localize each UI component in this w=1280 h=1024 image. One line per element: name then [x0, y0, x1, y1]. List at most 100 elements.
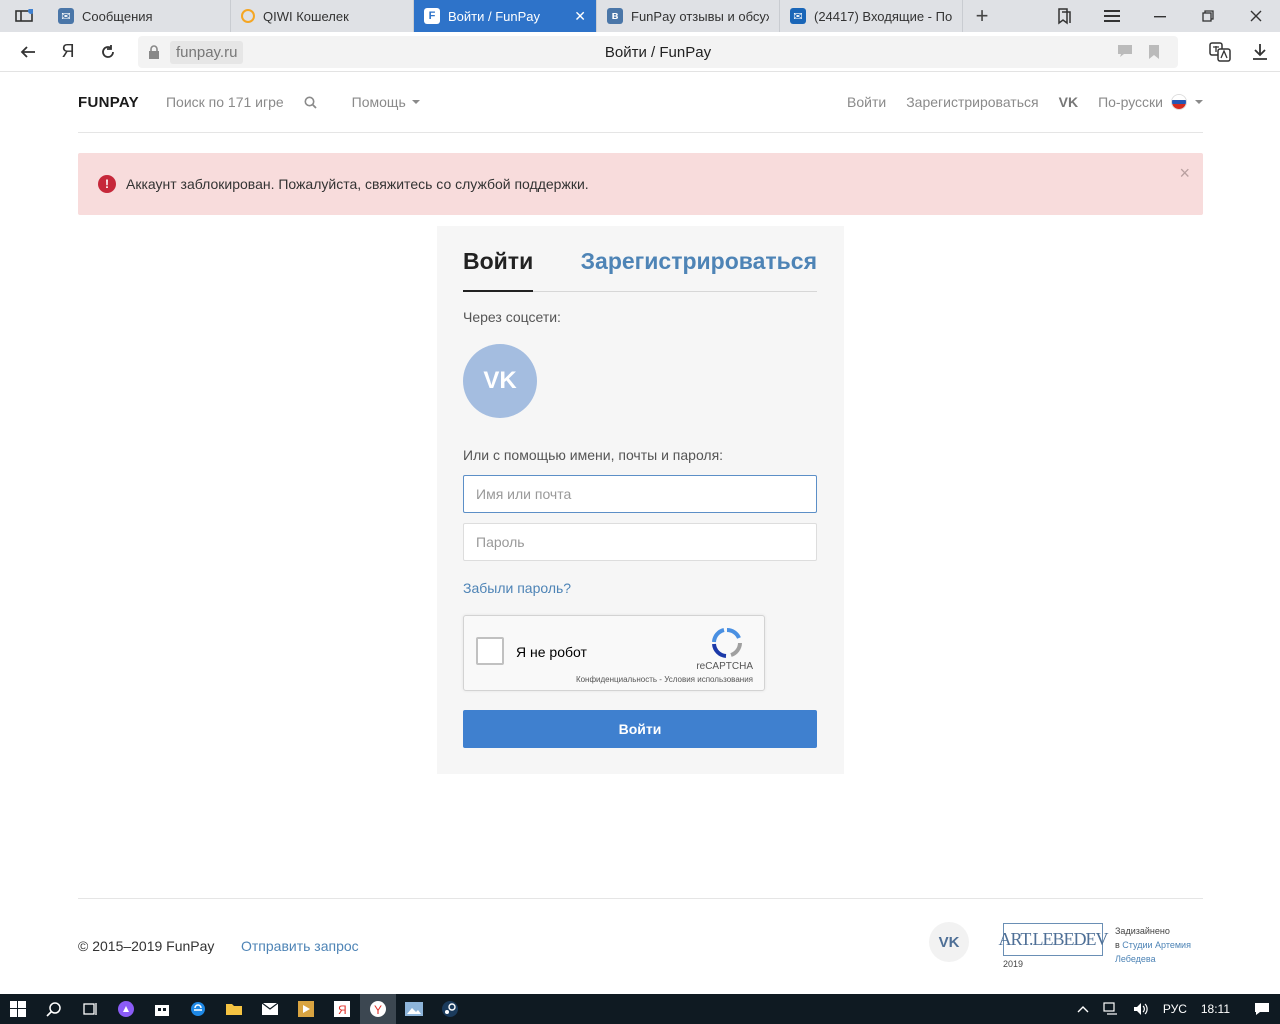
folder-icon: [226, 1004, 242, 1015]
bookmarks-icon: [1058, 8, 1071, 25]
yandex-icon: Я: [61, 41, 75, 61]
header-register-link[interactable]: Зарегистрироваться: [906, 94, 1038, 110]
designed-in: в: [1115, 940, 1120, 950]
sidebar-icon: [15, 9, 33, 22]
close-tab-icon[interactable]: ✕: [574, 8, 586, 25]
media-app[interactable]: [288, 994, 324, 1024]
tab-title: Войти / FunPay: [448, 8, 541, 24]
steam-icon: [442, 1001, 458, 1017]
mail-icon: ✉: [790, 8, 806, 24]
art-lebedev-logo-text: ART.LEBEDEV: [998, 929, 1108, 949]
social-label: Через соцсети:: [463, 309, 561, 325]
yandex-browser-app[interactable]: Y: [360, 994, 396, 1024]
search-icon: [46, 1002, 61, 1017]
yandex-app[interactable]: Я: [324, 994, 360, 1024]
address-page-title: Войти / FunPay: [604, 43, 712, 61]
input-language[interactable]: РУС: [1163, 1002, 1187, 1016]
help-dropdown[interactable]: Помощь: [352, 94, 420, 110]
vk-messages-icon: ✉: [58, 8, 74, 24]
reload-button[interactable]: [88, 32, 128, 72]
footer-vk-button[interactable]: VK: [929, 922, 969, 962]
network-icon[interactable]: [1103, 1002, 1119, 1016]
recaptcha-checkbox[interactable]: [476, 637, 504, 665]
task-view-icon: [83, 1003, 97, 1015]
address-domain[interactable]: funpay.ru: [170, 40, 244, 64]
taskbar-search-button[interactable]: [36, 994, 72, 1024]
designed-prefix: Задизайнено: [1115, 926, 1170, 936]
menu-button[interactable]: [1088, 0, 1136, 32]
language-dropdown[interactable]: По-русски: [1098, 94, 1203, 110]
media-player-icon: [298, 1001, 314, 1017]
reader-icon[interactable]: [1118, 45, 1132, 57]
login-submit-button[interactable]: Войти: [463, 710, 817, 748]
game-search-link[interactable]: Поиск по 171 игре: [166, 94, 284, 110]
close-window-button[interactable]: [1232, 0, 1280, 32]
explorer-app[interactable]: [216, 994, 252, 1024]
chevron-down-icon: [1195, 100, 1203, 104]
translate-button[interactable]: [1200, 32, 1240, 72]
start-button[interactable]: [0, 994, 36, 1024]
task-view-button[interactable]: [72, 994, 108, 1024]
lock-icon[interactable]: [142, 45, 166, 59]
username-input[interactable]: [463, 475, 817, 513]
studio-link[interactable]: Студии Артемия Лебедева: [1115, 940, 1191, 964]
funpay-logo[interactable]: FUNPAY: [78, 94, 139, 111]
restore-icon: [1202, 10, 1214, 22]
edge-app[interactable]: [180, 994, 216, 1024]
volume-icon[interactable]: [1133, 1002, 1149, 1016]
vk-icon: в: [607, 8, 623, 24]
address-bar[interactable]: funpay.ru Войти / FunPay: [138, 36, 1178, 68]
photos-app[interactable]: [396, 994, 432, 1024]
notification-icon: [1255, 1003, 1269, 1015]
recaptcha-links[interactable]: Конфиденциальность - Условия использован…: [576, 675, 753, 684]
tabs-sidebar-button[interactable]: [0, 0, 48, 32]
minimize-button[interactable]: [1136, 0, 1184, 32]
password-input[interactable]: [463, 523, 817, 561]
system-tray: РУС 18:11: [1077, 994, 1280, 1024]
notifications-button[interactable]: [1244, 994, 1280, 1024]
alice-icon: [118, 1001, 134, 1017]
collections-button[interactable]: [1040, 0, 1088, 32]
credentials-label: Или с помощью имени, почты и пароля:: [463, 447, 724, 463]
copyright: © 2015–2019 FunPay: [78, 938, 215, 954]
header-login-link[interactable]: Войти: [847, 94, 886, 110]
back-button[interactable]: [8, 32, 48, 72]
art-lebedev-logo[interactable]: ART.LEBEDEV: [998, 923, 1109, 956]
tab-login[interactable]: Войти: [463, 246, 534, 292]
mail-app[interactable]: [252, 994, 288, 1024]
site-header: FUNPAY Поиск по 171 игре Помощь Войти За…: [78, 72, 1203, 133]
new-tab-button[interactable]: +: [963, 0, 1001, 32]
tab-qiwi[interactable]: QIWI Кошелек: [231, 0, 414, 32]
windows-taskbar: Я Y РУС 18:11: [0, 994, 1280, 1024]
close-icon[interactable]: ×: [1179, 163, 1190, 184]
tab-register[interactable]: Зарегистрироваться: [581, 246, 817, 276]
vk-login-button[interactable]: VK: [463, 344, 537, 418]
chevron-up-icon[interactable]: [1077, 1005, 1089, 1013]
vk-icon: VK: [938, 933, 960, 951]
search-icon[interactable]: [304, 96, 317, 109]
store-icon: [155, 1005, 169, 1016]
recaptcha-brand: reCAPTCHA: [696, 661, 753, 672]
downloads-button[interactable]: [1240, 32, 1280, 72]
steam-app[interactable]: [432, 994, 468, 1024]
restore-button[interactable]: [1184, 0, 1232, 32]
mail-icon: [262, 1003, 278, 1015]
tab-vk-messages[interactable]: ✉ Сообщения: [48, 0, 231, 32]
image-icon: [405, 1002, 423, 1016]
yandex-icon: Я: [334, 1001, 350, 1017]
tab-funpay-reviews[interactable]: в FunPay отзывы и обсуждения: [597, 0, 780, 32]
send-request-link[interactable]: Отправить запрос: [241, 938, 359, 954]
store-app[interactable]: [144, 994, 180, 1024]
yandex-home-button[interactable]: Я: [48, 32, 88, 72]
alice-app[interactable]: [108, 994, 144, 1024]
tab-title: FunPay отзывы и обсуждения: [631, 8, 769, 24]
tab-mail[interactable]: ✉ (24417) Входящие - Почта: [780, 0, 963, 32]
vk-icon[interactable]: VK: [1059, 94, 1078, 110]
clock[interactable]: 18:11: [1201, 1002, 1230, 1016]
windows-icon: [10, 1001, 26, 1017]
bookmark-icon[interactable]: [1148, 45, 1160, 59]
minimize-icon: [1154, 16, 1166, 18]
chevron-down-icon: [411, 100, 420, 104]
forgot-password-link[interactable]: Забыли пароль?: [463, 580, 571, 596]
tab-funpay-login[interactable]: F Войти / FunPay ✕: [414, 0, 597, 32]
